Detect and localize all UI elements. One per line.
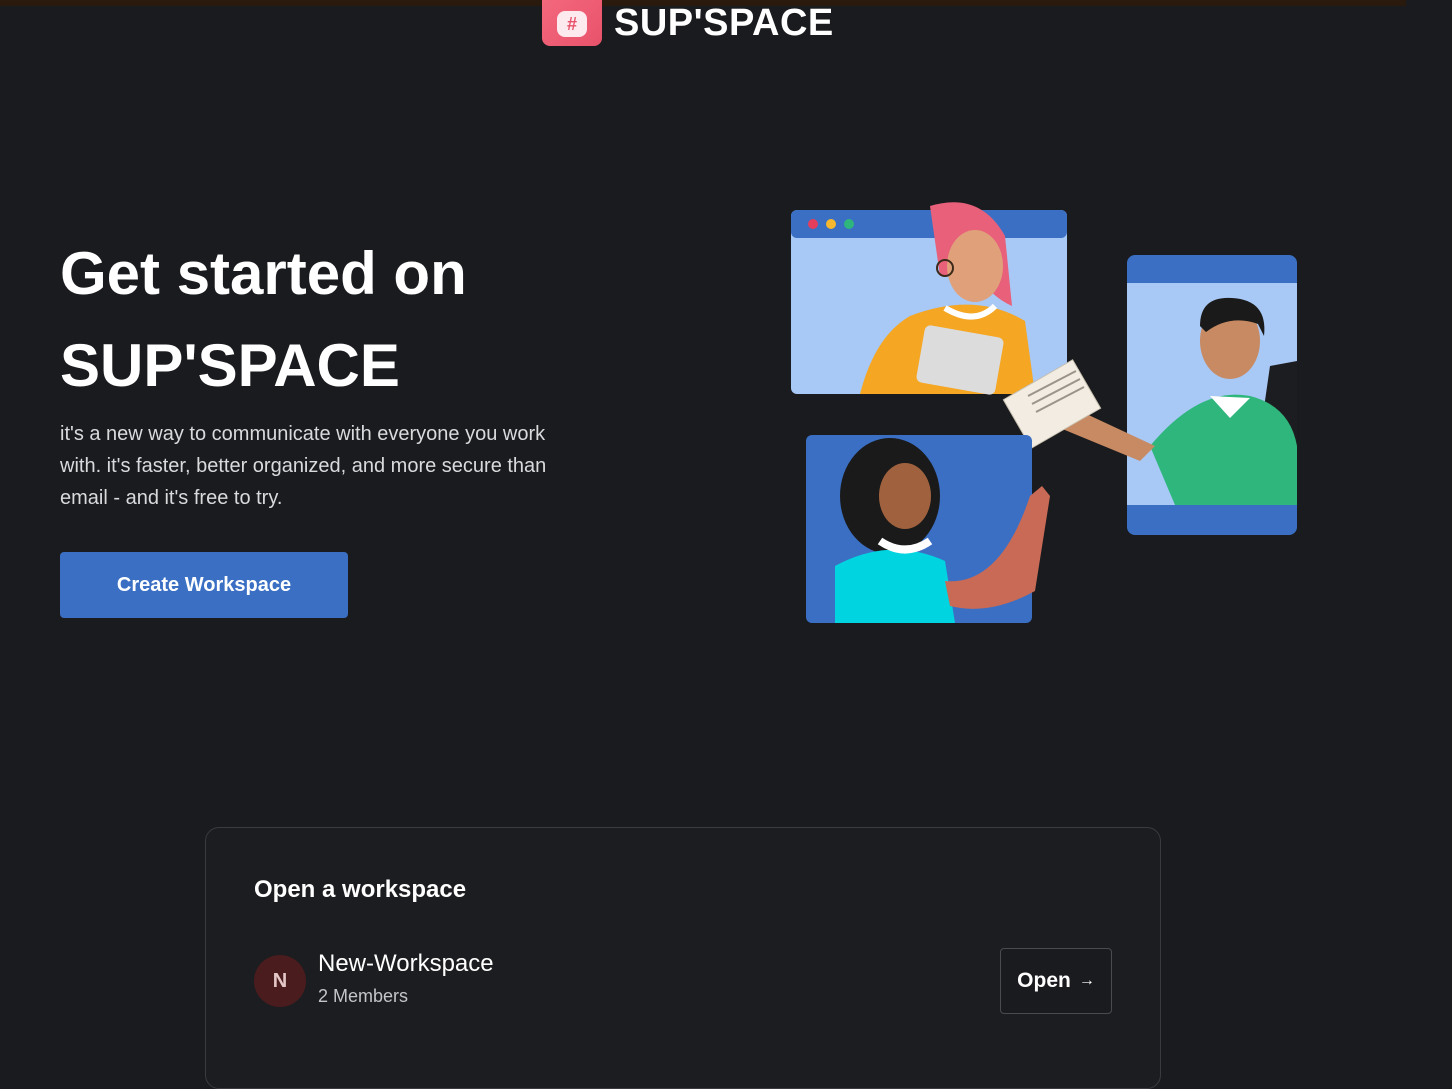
hero-title: Get started on SUP'SPACE (60, 228, 700, 412)
hero-illustration (791, 202, 1297, 623)
workspace-avatar: N (254, 955, 306, 1007)
create-workspace-button[interactable]: Create Workspace (60, 552, 348, 618)
open-workspace-button[interactable]: Open → (1000, 948, 1112, 1014)
workspace-name: New-Workspace (318, 950, 494, 977)
hash-chat-icon: # (557, 11, 587, 37)
hero-title-line1: Get started on (60, 240, 467, 307)
hero-description: it's a new way to communicate with every… (60, 423, 547, 509)
window-top-left (791, 202, 1067, 395)
workspaces-heading: Open a workspace (254, 876, 467, 903)
workspaces-card: Open a workspace N New-Workspace 2 Membe… (205, 827, 1161, 1089)
hero-title-line2: SUP'SPACE (60, 332, 400, 399)
window-bottom-left (806, 435, 1050, 623)
workspace-members: 2 Members (318, 986, 409, 1006)
brand-header: # SUP'SPACE (542, 0, 834, 46)
brand-name: SUP'SPACE (614, 2, 834, 44)
workspace-row: N New-Workspace 2 Members Open → (254, 948, 1112, 1018)
window-right (1060, 255, 1297, 535)
arrow-right-icon: → (1078, 972, 1095, 989)
brand-logo: # (542, 0, 602, 46)
open-button-label: Open (1017, 969, 1071, 992)
